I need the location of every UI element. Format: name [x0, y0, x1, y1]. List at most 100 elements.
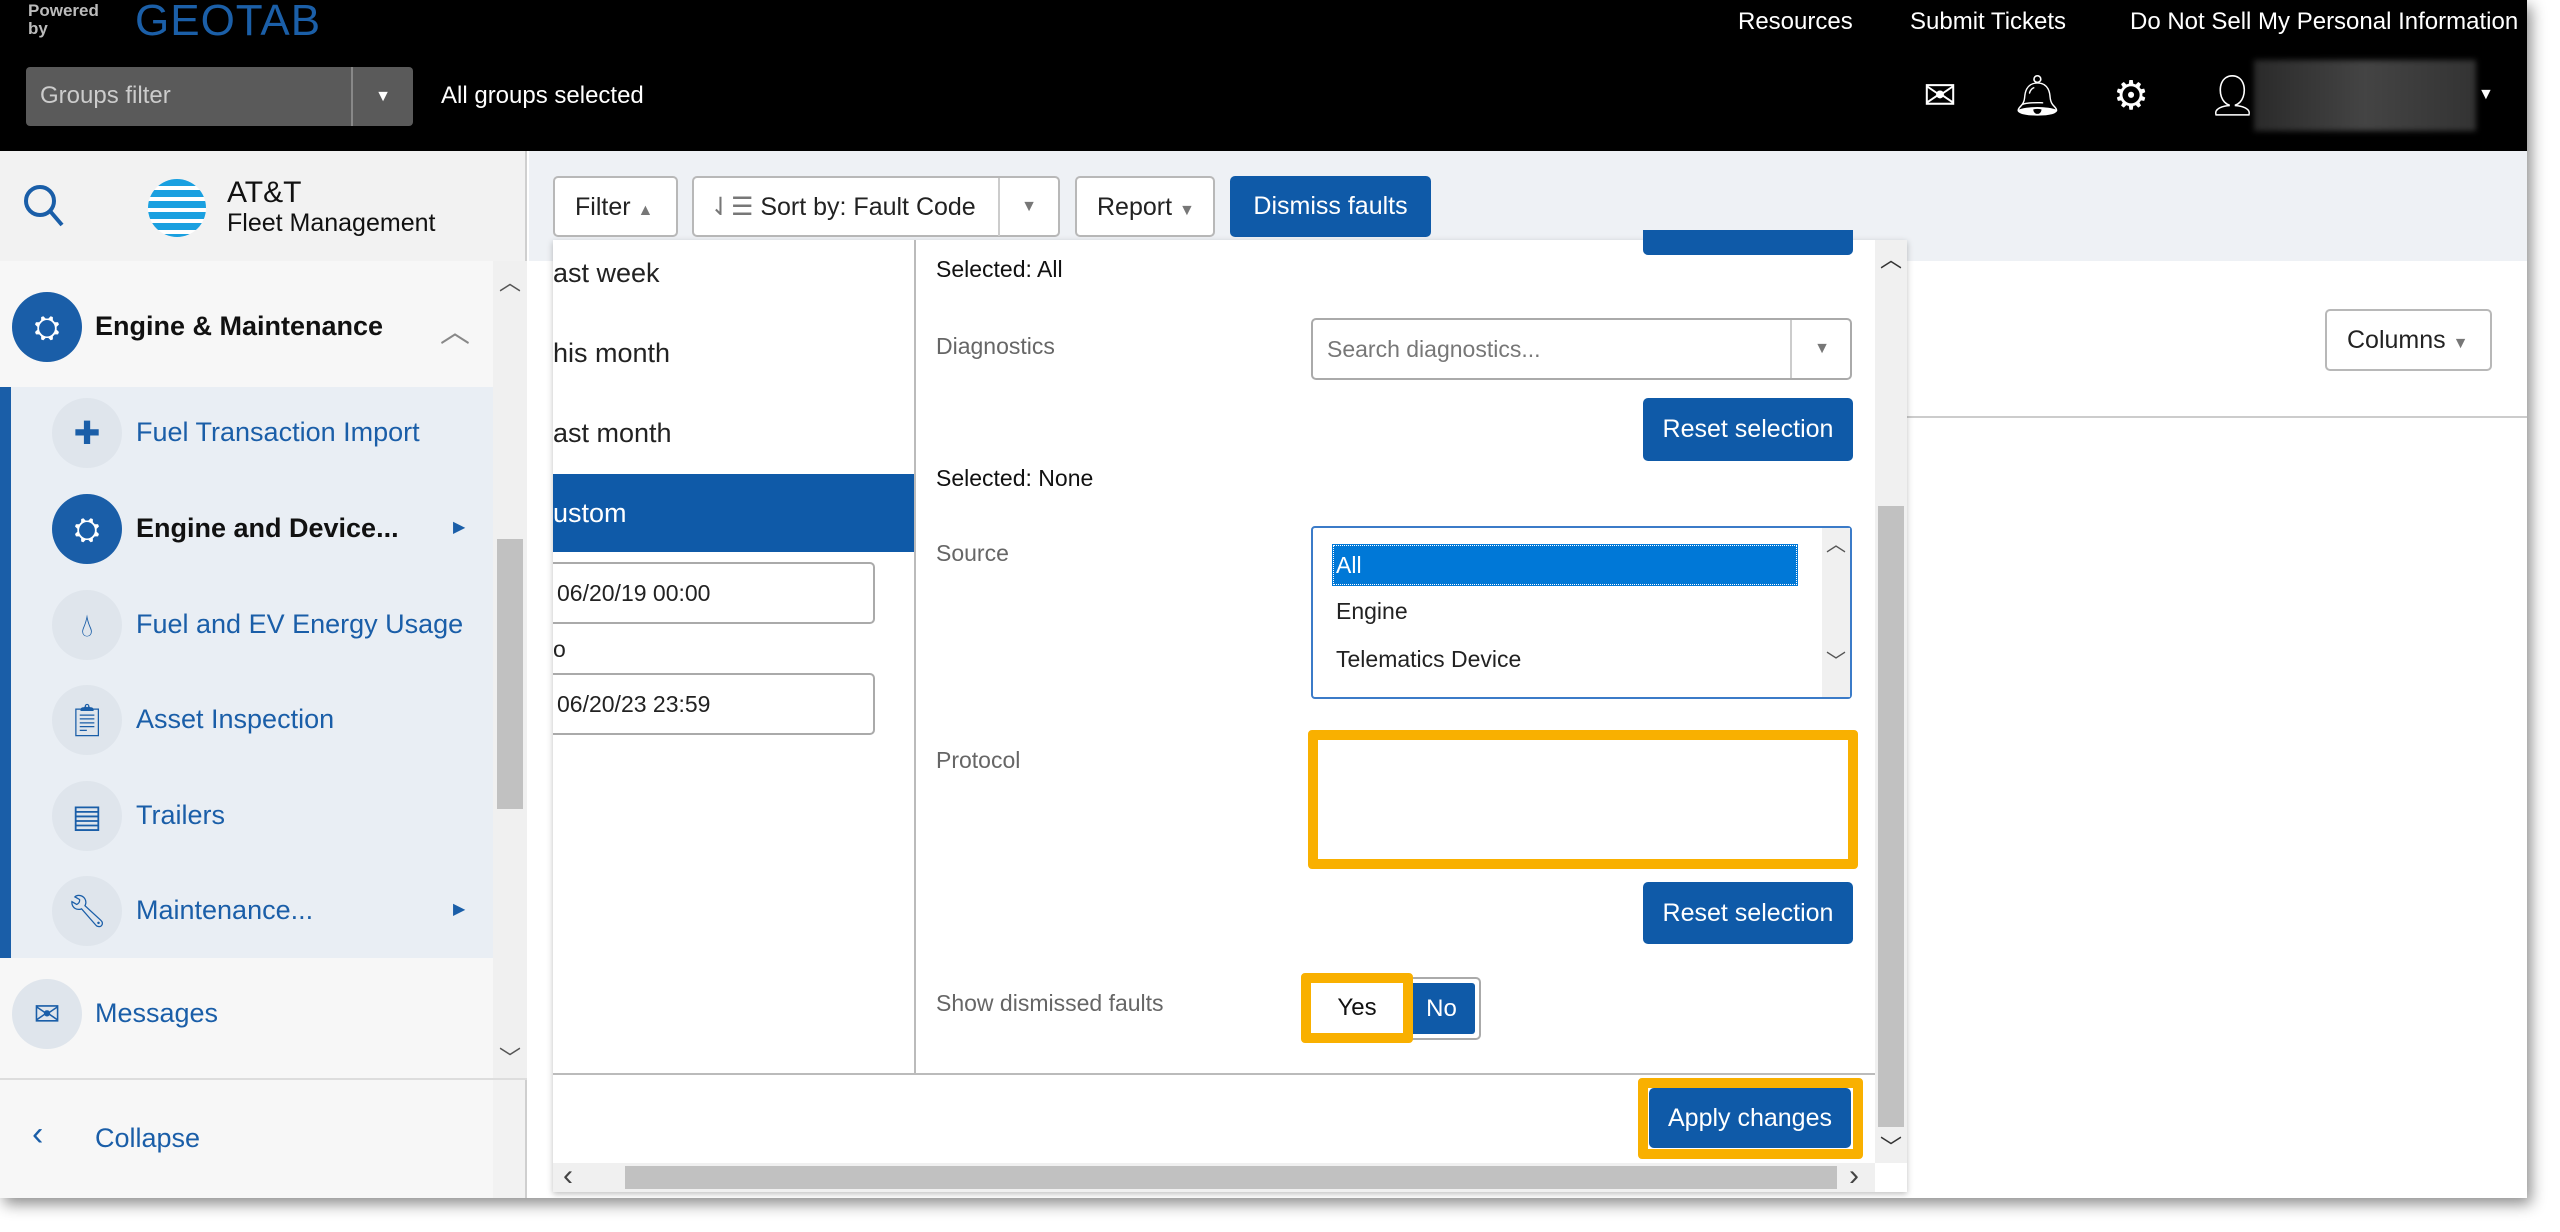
caret-up-icon: ▲: [637, 202, 654, 219]
protocol-input-highlighted[interactable]: [1308, 730, 1858, 869]
nav-label: Engine and Device...: [136, 513, 399, 543]
nav-label: Trailers: [136, 800, 226, 830]
panel-vertical-scrollbar[interactable]: ︿ ﹀: [1875, 240, 1907, 1163]
mail-icon[interactable]: ✉: [1916, 72, 1964, 120]
columns-label: Columns: [2347, 326, 2446, 354]
submit-tickets-link[interactable]: Submit Tickets: [1910, 8, 2066, 36]
scroll-thumb[interactable]: [497, 539, 523, 809]
sort-button[interactable]: ⇃☰ Sort by: Fault Code ▼: [692, 176, 1060, 237]
dismiss-faults-button[interactable]: Dismiss faults: [1230, 176, 1431, 237]
app-window: Powered by GEOTAB Resources Submit Ticke…: [0, 0, 2527, 1198]
scroll-left-icon[interactable]: ‹: [563, 1159, 573, 1193]
fuel-icon: 💧︎: [52, 590, 122, 660]
sidebar-item-fuel-transaction-import[interactable]: ✚ Fuel Transaction Import: [0, 397, 493, 487]
show-dismissed-label: Show dismissed faults: [936, 990, 1164, 1016]
nav-label: Messages: [95, 998, 219, 1028]
user-icon[interactable]: 👤︎: [2207, 72, 2258, 120]
scroll-up-icon[interactable]: ︿: [499, 265, 521, 297]
diagnostics-dropdown-icon[interactable]: ▼: [1790, 320, 1852, 378]
trailer-icon: ▤: [52, 781, 122, 851]
selected-all-text: Selected: All: [936, 256, 1063, 282]
source-option-telematics[interactable]: Telematics Device: [1336, 646, 1521, 673]
section-label: Engine & Maintenance: [95, 311, 384, 341]
diagnostics-label: Diagnostics: [936, 333, 1055, 359]
diagnostics-search[interactable]: Search diagnostics... ▼: [1311, 318, 1852, 380]
collapse-label: Collapse: [95, 1123, 201, 1153]
sidebar-item-messages[interactable]: ✉ Messages: [0, 971, 493, 1061]
source-option-engine[interactable]: Engine: [1336, 598, 1408, 625]
date-option-this-month[interactable]: his month: [553, 338, 670, 369]
do-not-sell-link[interactable]: Do Not Sell My Personal Information: [2130, 8, 2518, 36]
scroll-thumb[interactable]: [1878, 506, 1904, 1127]
source-listbox[interactable]: All Engine Telematics Device ︿ ﹀: [1311, 526, 1852, 699]
att-logo-text: AT&T: [227, 176, 302, 209]
groups-filter-placeholder: Groups filter: [40, 82, 171, 109]
scroll-thumb[interactable]: [625, 1166, 1837, 1189]
sidebar-item-engine-and-device[interactable]: ⛭ Engine and Device... ▶: [0, 493, 493, 583]
scroll-right-icon[interactable]: ›: [1849, 1159, 1859, 1193]
scroll-up-icon[interactable]: ︿: [1880, 242, 1902, 274]
reset-diagnostics-button[interactable]: Reset selection: [1643, 398, 1853, 461]
powered-by-logo: Powered by: [28, 1, 99, 38]
to-date-input[interactable]: 06/20/23 23:59: [553, 673, 875, 735]
sidebar-scrollbar[interactable]: ︿ ﹀: [493, 261, 527, 1079]
nav-section-engine-maintenance[interactable]: ⛭ Engine & Maintenance ︿: [0, 281, 493, 373]
groups-dropdown-button[interactable]: ▼: [351, 67, 413, 126]
engine-icon: ⛭: [52, 494, 122, 564]
apply-changes-button[interactable]: Apply changes: [1649, 1088, 1851, 1148]
toggle-yes-highlighted[interactable]: Yes: [1301, 973, 1413, 1043]
toggle-no[interactable]: No: [1408, 983, 1475, 1034]
gear-icon[interactable]: ⚙: [2107, 72, 2155, 120]
from-date-input[interactable]: 06/20/19 00:00: [553, 562, 875, 624]
listbox-scrollbar[interactable]: ︿ ﹀: [1822, 528, 1850, 697]
nav-label: Asset Inspection: [136, 704, 335, 734]
column-divider: [914, 240, 916, 1073]
date-option-last-week[interactable]: ast week: [553, 258, 660, 289]
source-label: Source: [936, 540, 1009, 566]
att-globe-logo: [148, 179, 206, 237]
groups-status: All groups selected: [441, 82, 644, 109]
scroll-up-icon[interactable]: ︿: [1822, 528, 1850, 557]
geotab-logo: GEOTAB: [135, 0, 322, 45]
search-icon[interactable]: [20, 181, 68, 229]
panel-horizontal-scrollbar[interactable]: ‹ ›: [553, 1159, 1875, 1192]
scroll-down-icon[interactable]: ﹀: [499, 1041, 521, 1073]
user-menu-caret[interactable]: ▼: [2478, 86, 2494, 104]
caret-down-icon: ▼: [2452, 335, 2469, 352]
user-name-blurred[interactable]: [2254, 60, 2476, 131]
top-bar: Powered by GEOTAB Resources Submit Ticke…: [0, 0, 2527, 151]
resources-link[interactable]: Resources: [1738, 8, 1853, 36]
source-option-all[interactable]: All: [1332, 544, 1798, 586]
report-label: Report: [1097, 193, 1173, 221]
scroll-down-icon[interactable]: ﹀: [1880, 1130, 1902, 1162]
caret-down-icon: ▼: [1179, 202, 1195, 219]
date-option-custom[interactable]: ustom: [553, 474, 914, 552]
collapse-button[interactable]: ‹ Collapse: [0, 1101, 493, 1176]
filter-button[interactable]: Filter ▲: [553, 176, 678, 237]
reset-selection-button-top[interactable]: [1643, 230, 1853, 255]
footer-divider: [553, 1073, 1875, 1075]
sidebar-item-fuel-ev-energy[interactable]: 💧︎ Fuel and EV Energy Usage: [0, 589, 493, 679]
reset-protocol-button[interactable]: Reset selection: [1643, 882, 1853, 944]
date-option-last-month[interactable]: ast month: [553, 418, 672, 449]
chevron-right-icon: ▶: [453, 901, 466, 918]
nav-label: Fuel Transaction Import: [136, 417, 420, 447]
scroll-down-icon[interactable]: ﹀: [1822, 645, 1850, 674]
sidebar-item-trailers[interactable]: ▤ Trailers: [0, 780, 493, 870]
columns-button[interactable]: Columns ▼: [2325, 309, 2492, 371]
chevron-up-icon[interactable]: ︿: [440, 307, 470, 351]
sidebar-item-maintenance[interactable]: 🔧︎ Maintenance... ▶: [0, 875, 493, 965]
diagnostics-search-input[interactable]: Search diagnostics...: [1327, 336, 1541, 363]
groups-filter[interactable]: Groups filter ▼: [26, 67, 413, 126]
filter-panel: ast week his month ast month ustom 06/20…: [553, 230, 1907, 1192]
nav-label: Fuel and EV Energy Usage: [136, 609, 464, 639]
report-button[interactable]: Report ▼: [1075, 176, 1215, 237]
clipboard-icon: 📋︎: [52, 685, 122, 755]
sidebar-item-asset-inspection[interactable]: 📋︎ Asset Inspection: [0, 684, 493, 774]
bell-icon[interactable]: 🔔︎: [2012, 72, 2063, 120]
sidebar: AT&T Fleet Management ⛭ Engine & Mainten…: [0, 151, 527, 1198]
filter-label: Filter: [575, 193, 631, 221]
sort-dropdown-icon[interactable]: ▼: [998, 178, 1058, 236]
engine-icon: ⛭: [12, 292, 82, 362]
grid-header-line: [1907, 416, 2527, 418]
